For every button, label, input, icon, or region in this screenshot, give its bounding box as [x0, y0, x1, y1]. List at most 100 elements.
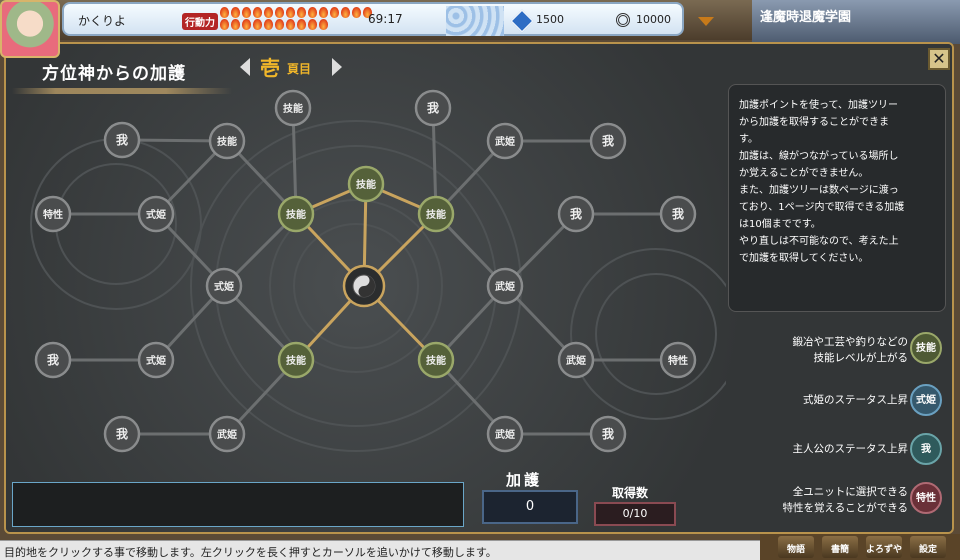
- page-unit: 頁目: [287, 62, 312, 76]
- acquired-count-value: 0/10: [594, 502, 676, 526]
- tree-node[interactable]: 我: [414, 89, 452, 127]
- tree-node-label: 我: [116, 132, 128, 147]
- help-line: また、加護ツリーは数ページに渡っ: [739, 185, 899, 196]
- flame-icon: [264, 19, 273, 30]
- settings-button[interactable]: 設定: [910, 536, 946, 558]
- tree-node-label: 技能: [217, 135, 237, 148]
- flame-icon: [330, 7, 339, 18]
- tree-node-label: 技能: [286, 354, 306, 367]
- tree-node[interactable]: 式姫: [137, 195, 175, 233]
- tree-node-label: 特性: [668, 354, 688, 367]
- flame-icon: [242, 7, 251, 18]
- tree-node[interactable]: 我: [589, 122, 627, 160]
- close-button[interactable]: ✕: [928, 48, 950, 70]
- flame-icon: [253, 7, 262, 18]
- legend-shikihime-node: 式姫: [910, 384, 942, 416]
- flame-icon: [220, 7, 229, 18]
- tree-node-label: 式姫: [146, 208, 166, 221]
- tree-node-label: 技能: [356, 178, 376, 191]
- legend-skill-node: 技能: [910, 332, 942, 364]
- flame-icon: [275, 19, 284, 30]
- flame-icon: [286, 19, 295, 30]
- title-underline: [12, 88, 232, 94]
- tree-node[interactable]: 我: [557, 195, 595, 233]
- flame-icon: [297, 19, 306, 30]
- next-page-arrow[interactable]: [332, 58, 342, 76]
- flame-icon: [297, 7, 306, 18]
- previous-page-arrow[interactable]: [240, 58, 250, 76]
- tree-node[interactable]: 技能: [417, 341, 455, 379]
- tree-node-label: 我: [47, 352, 59, 367]
- player-name: かくりよ: [78, 14, 127, 28]
- blessing-tree: 我技能 我技能 武姫 我技能特性 式姫 技能 技能我我式姫 武姫我 式姫 技能 技能 武姫 特性我 武姫武…: [30, 89, 726, 453]
- tree-center-node[interactable]: [342, 264, 386, 308]
- help-line: で加護を取得してください。: [739, 253, 869, 264]
- tree-node-label: 式姫: [214, 280, 234, 293]
- tree-node[interactable]: 武姫: [486, 415, 524, 453]
- tree-node-label: 我: [116, 426, 128, 441]
- tree-node-label: 我: [427, 100, 439, 115]
- tree-node[interactable]: 我: [589, 415, 627, 453]
- tree-node[interactable]: 技能: [417, 195, 455, 233]
- legend-hero: 主人公のステータス上昇 我: [728, 433, 952, 471]
- tree-node[interactable]: 技能: [208, 122, 246, 160]
- player-avatar[interactable]: [0, 0, 60, 58]
- tree-node[interactable]: 技能: [277, 341, 315, 379]
- jewel-icon: [510, 9, 534, 33]
- tree-node[interactable]: 武姫: [208, 415, 246, 453]
- letters-button[interactable]: 書簡: [822, 536, 858, 558]
- tree-node[interactable]: 武姫: [486, 267, 524, 305]
- tree-node[interactable]: 我: [659, 195, 697, 233]
- tree-node-label: 武姫: [495, 135, 515, 148]
- coin-count: 10000: [636, 13, 671, 26]
- flame-icon: [308, 19, 317, 30]
- tree-node[interactable]: 我: [103, 415, 141, 453]
- story-button[interactable]: 物語: [778, 536, 814, 558]
- flame-icon: [253, 19, 262, 30]
- tree-node-label: 武姫: [495, 280, 515, 293]
- flame-icon: [319, 19, 328, 30]
- help-line: す。: [739, 134, 758, 145]
- page-number: 壱: [260, 56, 280, 80]
- legend-trait-node: 特性: [910, 482, 942, 514]
- flame-icon: [231, 7, 240, 18]
- flame-icon: [264, 7, 273, 18]
- blessing-points-label: 加護: [506, 471, 543, 489]
- tree-node[interactable]: 技能: [277, 195, 315, 233]
- action-points-flames: [220, 7, 380, 30]
- help-line: は10個までです。: [739, 219, 821, 230]
- tree-node-label: 我: [570, 206, 582, 221]
- coin-icon: [616, 13, 630, 27]
- tree-node[interactable]: 特性: [34, 195, 72, 233]
- player-info-bar: かくりよ 行動力 69:17 1500 10000: [62, 2, 714, 36]
- help-line: ており、1ページ内で取得できる加護: [739, 202, 905, 213]
- flame-icon: [220, 19, 229, 30]
- tree-node-label: 技能: [286, 208, 306, 221]
- tree-node[interactable]: 武姫: [557, 341, 595, 379]
- tree-node[interactable]: 技能: [347, 165, 385, 203]
- flame-icon: [341, 7, 350, 18]
- chevron-down-icon[interactable]: [698, 17, 714, 26]
- jewel-count: 1500: [536, 13, 564, 26]
- tree-node[interactable]: 技能: [274, 89, 312, 127]
- action-points-label: 行動力: [182, 13, 218, 30]
- tree-node[interactable]: 式姫: [137, 341, 175, 379]
- status-message: 目的地をクリックする事で移動します。左クリックを長く押すとカーソルを追いかけて移…: [0, 540, 760, 560]
- flame-icon: [319, 7, 328, 18]
- legend-trait: 全ユニットに選択できる 特性を覚えることができる 特性: [728, 482, 952, 520]
- panel-title: 方位神からの加護: [42, 64, 186, 84]
- tree-node[interactable]: 我: [103, 121, 141, 159]
- shop-button[interactable]: よろずや: [866, 536, 902, 558]
- tree-node[interactable]: 武姫: [486, 122, 524, 160]
- decorative-pattern: [446, 6, 504, 36]
- flame-icon: [275, 7, 284, 18]
- flame-icon: [286, 7, 295, 18]
- acquired-count-label: 取得数: [612, 486, 649, 500]
- tree-node[interactable]: 式姫: [205, 267, 243, 305]
- blessing-panel: 我技能我技能 武姫我技能 特性 式姫 技能 技能我我式姫 武姫我式姫 技能 技能 武姫 特性我武姫武…: [4, 42, 954, 534]
- tree-node-label: 我: [602, 133, 614, 148]
- flame-icon: [352, 7, 361, 18]
- tree-node[interactable]: 我: [34, 341, 72, 379]
- tree-node[interactable]: 特性: [659, 341, 697, 379]
- flame-icon: [308, 7, 317, 18]
